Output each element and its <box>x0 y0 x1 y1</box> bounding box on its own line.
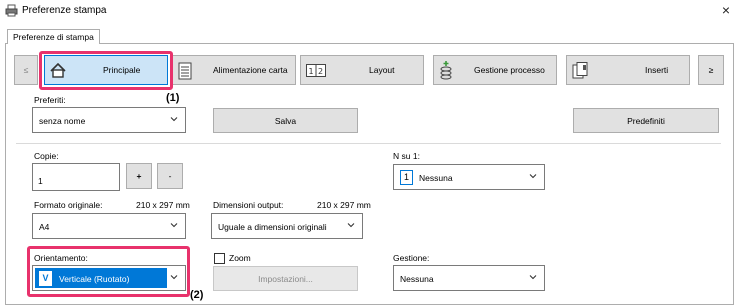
toolbar-button-label: Alimentazione carta <box>213 65 288 75</box>
zoom-settings-button[interactable]: Impostazioni... <box>213 266 358 291</box>
chevron-down-icon <box>170 223 178 228</box>
favorites-value: senza nome <box>39 116 86 126</box>
inserts-icon <box>572 62 588 79</box>
copies-decrement-button[interactable]: - <box>157 163 183 189</box>
printer-icon <box>5 4 18 17</box>
output-size-select[interactable]: Uguale a dimensioni originali <box>211 213 363 239</box>
original-size-dims: 210 x 297 mm <box>136 200 190 210</box>
toolbar-button-label: Inserti <box>645 65 669 75</box>
paper-tray-icon <box>178 62 192 80</box>
close-button[interactable]: × <box>722 2 730 18</box>
copies-label: Copie: <box>34 151 59 161</box>
original-size-value: A4 <box>39 222 50 232</box>
toolbar-button-gestione-processo[interactable]: Gestione processo <box>433 55 557 85</box>
toolbar-button-label: Layout <box>369 65 395 75</box>
highlight-box-1 <box>39 51 173 90</box>
layout-icon: 1 2 <box>306 64 326 77</box>
management-select[interactable]: Nessuna <box>393 265 545 291</box>
callout-1: (1) <box>166 92 180 104</box>
management-value: Nessuna <box>400 274 434 284</box>
window-title: Preferenze stampa <box>22 5 107 16</box>
toolbar-button-alimentazione-carta[interactable]: Alimentazione carta <box>172 55 296 85</box>
chevron-down-icon <box>529 275 537 280</box>
chevron-down-icon <box>170 117 178 122</box>
toolbar-prev-button[interactable]: ≤ <box>14 55 38 85</box>
favorites-select[interactable]: senza nome <box>32 107 186 133</box>
toolbar-button-inserti[interactable]: Inserti <box>566 55 690 85</box>
save-button[interactable]: Salva <box>213 108 358 133</box>
nup-value: Nessuna <box>419 173 453 183</box>
favorites-label: Preferiti: <box>34 95 66 105</box>
output-size-dims: 210 x 297 mm <box>317 200 371 210</box>
nup-badge: 1 <box>400 170 413 185</box>
job-stack-icon <box>440 61 452 80</box>
copies-increment-button[interactable]: + <box>126 163 152 189</box>
nup-select[interactable]: 1 Nessuna <box>393 164 545 190</box>
tab-preferenze-di-stampa[interactable]: Preferenze di stampa <box>7 29 100 44</box>
output-size-label: Dimensioni output: <box>213 200 284 210</box>
original-size-select[interactable]: A4 <box>32 213 186 239</box>
zoom-checkbox[interactable] <box>214 253 225 264</box>
toolbar-button-label: Gestione processo <box>474 65 545 75</box>
original-size-label: Formato originale: <box>34 200 103 210</box>
copies-value: 1 <box>38 176 43 186</box>
toolbar-button-layout[interactable]: 1 2 Layout <box>300 55 424 85</box>
defaults-button[interactable]: Predefiniti <box>573 108 719 133</box>
highlight-box-2 <box>27 246 190 297</box>
svg-text:1: 1 <box>309 67 314 76</box>
chevron-down-icon <box>347 223 355 228</box>
nup-label: N su 1: <box>393 151 420 161</box>
title-bar <box>0 0 739 22</box>
svg-text:2: 2 <box>318 67 323 76</box>
callout-2: (2) <box>190 289 204 301</box>
chevron-down-icon <box>529 174 537 179</box>
zoom-label: Zoom <box>229 253 251 263</box>
management-label: Gestione: <box>393 253 430 263</box>
divider <box>16 143 721 144</box>
output-size-value: Uguale a dimensioni originali <box>218 222 327 232</box>
copies-input[interactable]: 1 <box>32 163 120 191</box>
toolbar-next-button[interactable]: ≥ <box>698 55 724 85</box>
